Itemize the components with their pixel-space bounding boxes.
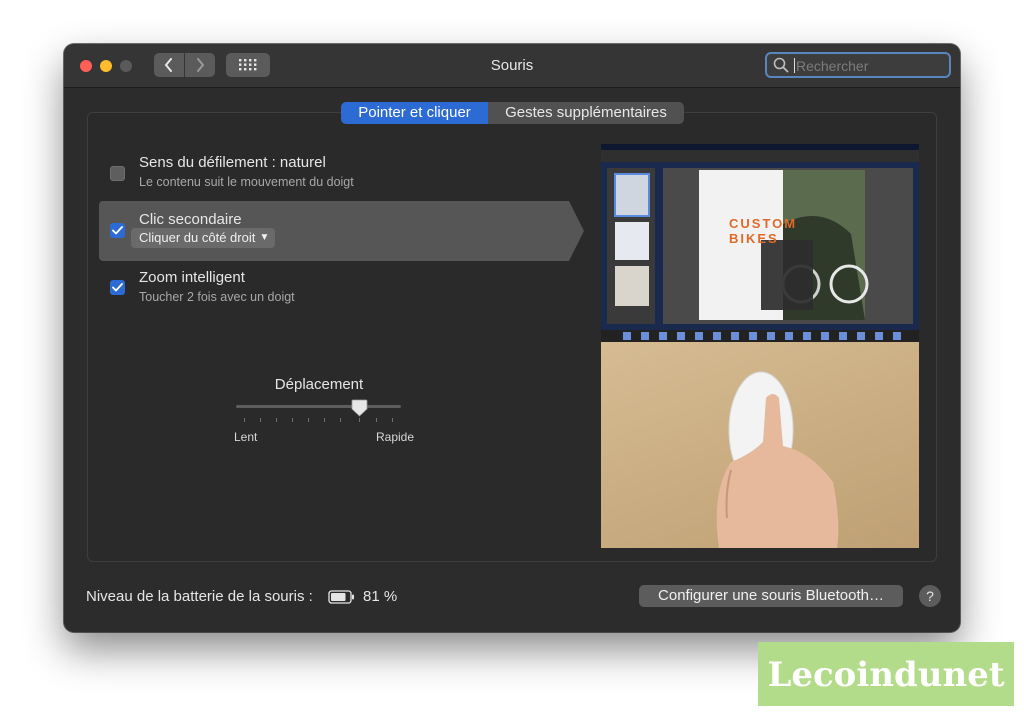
scroll-direction-subtitle: Le contenu suit le mouvement du doigt xyxy=(139,175,354,189)
slider-tick xyxy=(244,418,245,422)
slider-tick xyxy=(376,418,377,422)
battery-icon xyxy=(328,590,354,604)
secondary-click-popup-value: Cliquer du côté droit xyxy=(139,230,256,245)
battery-percent: 81 % xyxy=(363,588,398,605)
slider-min-label: Lent xyxy=(234,430,258,444)
tab-pointer-and-click[interactable]: Pointer et cliquer xyxy=(341,102,488,124)
preview-screen-image: CUSTOM BIKES xyxy=(601,144,919,342)
slider-tick xyxy=(359,418,360,422)
mouse-and-hand-illustration xyxy=(716,371,839,548)
tab-bar: Pointer et cliquer Gestes supplémentaire… xyxy=(341,102,684,124)
setup-bluetooth-mouse-button[interactable]: Configurer une souris Bluetooth… xyxy=(639,585,903,607)
gesture-preview-video: CUSTOM BIKES xyxy=(601,144,919,548)
svg-text:Lecoindunet: Lecoindunet xyxy=(767,655,1004,695)
slider-tick xyxy=(292,418,293,422)
slider-max-label: Rapide xyxy=(376,430,415,444)
tab-more-gestures[interactable]: Gestes supplémentaires xyxy=(488,102,684,124)
slider-tick xyxy=(340,418,341,422)
slider-tick xyxy=(308,418,309,422)
tracking-speed-slider[interactable] xyxy=(236,405,401,408)
slider-tick xyxy=(260,418,261,422)
title-bar: Souris Rechercher xyxy=(64,44,960,88)
scroll-direction-checkbox[interactable] xyxy=(110,166,125,181)
chevron-down-icon: ▼ xyxy=(259,232,270,243)
watermark-logo: Lecoindunet xyxy=(758,642,1014,706)
lecoindunet-logo: Lecoindunet xyxy=(767,655,1004,695)
slider-knob[interactable] xyxy=(351,399,368,417)
smart-zoom-title: Zoom intelligent xyxy=(139,269,245,286)
search-icon xyxy=(773,57,789,73)
secondary-click-popup[interactable]: Cliquer du côté droit ▼ xyxy=(131,228,276,248)
search-placeholder: Rechercher xyxy=(796,58,869,74)
smart-zoom-subtitle: Toucher 2 fois avec un doigt xyxy=(139,290,295,304)
highlight-pointer xyxy=(569,201,584,261)
secondary-click-checkbox[interactable] xyxy=(110,223,125,238)
scroll-direction-title: Sens du défilement : naturel xyxy=(139,154,326,171)
battery-level-label: Niveau de la batterie de la souris : xyxy=(86,588,313,605)
preview-hand-mouse-photo xyxy=(601,342,919,548)
slider-tick xyxy=(392,418,393,422)
slider-tick xyxy=(324,418,325,422)
text-cursor xyxy=(794,58,795,73)
preview-overlay-text: CUSTOM BIKES xyxy=(729,216,798,246)
slider-tick xyxy=(276,418,277,422)
smart-zoom-checkbox[interactable] xyxy=(110,280,125,295)
help-button[interactable]: ? xyxy=(919,585,941,607)
checkmark-icon xyxy=(112,283,123,292)
search-field[interactable]: Rechercher xyxy=(765,52,951,78)
tracking-speed-label: Déplacement xyxy=(274,376,364,393)
secondary-click-title: Clic secondaire xyxy=(139,211,242,228)
checkmark-icon xyxy=(112,226,123,235)
preferences-window: Souris Rechercher Pointer et cliquer Ges… xyxy=(64,44,960,632)
